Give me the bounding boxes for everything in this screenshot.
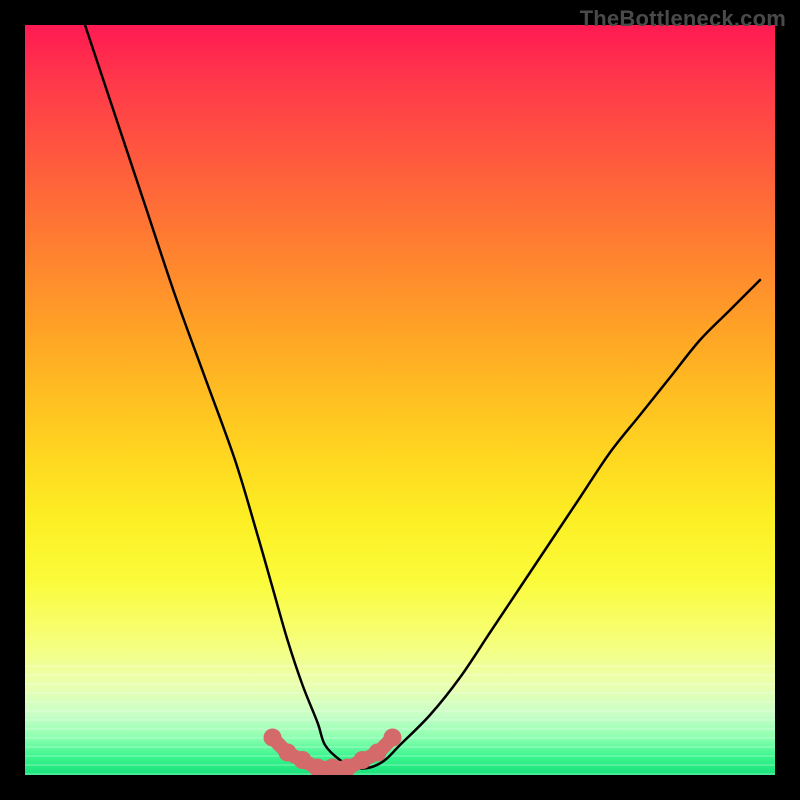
optimal-zone-dot: [279, 744, 297, 762]
optimal-zone-dot: [339, 759, 357, 776]
optimal-zone-dot: [324, 759, 342, 776]
optimal-zone-marker: [273, 738, 393, 769]
curve-svg: [25, 25, 775, 775]
optimal-zone-dot: [369, 744, 387, 762]
bottleneck-curve: [85, 25, 760, 768]
chart-frame: TheBottleneck.com: [0, 0, 800, 800]
optimal-zone-dot: [309, 759, 327, 776]
optimal-zone-dots: [264, 729, 402, 776]
optimal-zone-dot: [294, 751, 312, 769]
bottom-stripes: [25, 665, 775, 775]
optimal-zone-dot: [354, 751, 372, 769]
optimal-zone-dot: [264, 729, 282, 747]
optimal-zone-dot: [384, 729, 402, 747]
plot-area: [25, 25, 775, 775]
watermark-text: TheBottleneck.com: [580, 6, 786, 32]
